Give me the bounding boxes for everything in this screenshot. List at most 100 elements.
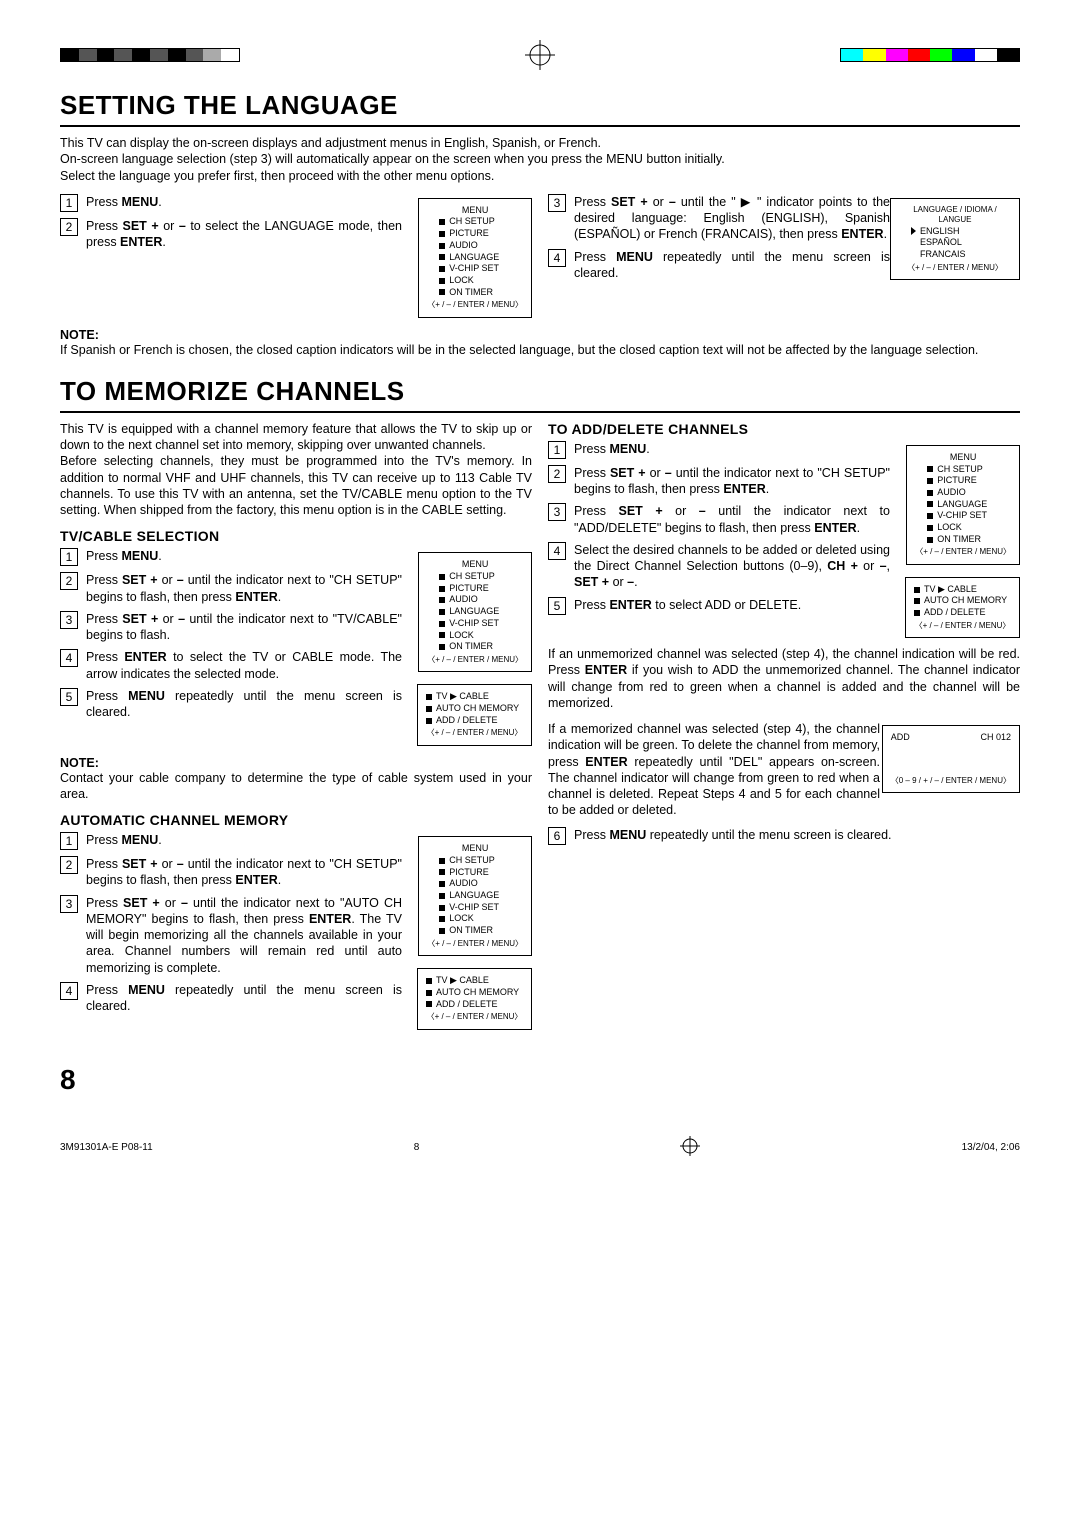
osd-item-label: V-CHIP SET (937, 510, 987, 522)
osd-item-label: V-CHIP SET (449, 263, 499, 275)
osd-hint: 〈+ / – / ENTER / MENU〉 (427, 939, 523, 949)
osd-item: ADD / DELETE (426, 999, 523, 1011)
osd-item-label: TV ▶ CABLE (436, 691, 489, 703)
osd-language-illustration: LANGUAGE / IDIOMA / LANGUE ENGLISHESPAÑO… (890, 198, 1020, 280)
mem-intro-1: This TV is equipped with a channel memor… (60, 421, 532, 454)
osd-item: CH SETUP (427, 855, 523, 867)
step-number: 1 (60, 194, 78, 212)
step: 4Press MENU repeatedly until the menu sc… (548, 249, 890, 282)
square-icon (439, 869, 445, 875)
square-icon (439, 231, 445, 237)
osd-item-label: PICTURE (449, 583, 489, 595)
add-para-1: If an unmemorized channel was selected (… (548, 646, 1020, 711)
osd-item-label: ON TIMER (449, 925, 493, 937)
step-number: 1 (60, 548, 78, 566)
osd-item-label: CH SETUP (449, 216, 495, 228)
square-icon (439, 632, 445, 638)
step-number: 1 (60, 832, 78, 850)
step-text: Press ENTER to select ADD or DELETE. (574, 597, 890, 615)
osd-menu-chsetup-illustration: MENU CH SETUPPICTUREAUDIOLANGUAGEV-CHIP … (418, 552, 532, 672)
footer-bar: 3M91301A-E P08-11 8 13/2/04, 2:06 (60, 1136, 1020, 1159)
osd-item-label: ADD / DELETE (924, 607, 986, 619)
osd-item: ON TIMER (427, 641, 523, 653)
step-number: 4 (60, 649, 78, 667)
step-text: Press MENU repeatedly until the menu scr… (86, 982, 402, 1015)
osd-item-label: LANGUAGE (449, 606, 499, 618)
step: 2Press SET + or – until the indicator ne… (60, 856, 402, 889)
step-text: Press ENTER to select the TV or CABLE mo… (86, 649, 402, 682)
osd-item: AUDIO (427, 878, 523, 890)
step-text: Press MENU. (86, 832, 402, 850)
step-text: Press MENU. (574, 441, 890, 459)
osd-item-label: ADD / DELETE (436, 999, 498, 1011)
square-icon (439, 928, 445, 934)
square-icon (914, 610, 920, 616)
osd-hint: 〈+ / – / ENTER / MENU〉 (427, 655, 523, 665)
osd-item: ESPAÑOL (911, 237, 1011, 249)
square-icon (439, 644, 445, 650)
osd-item-label: V-CHIP SET (449, 902, 499, 914)
osd-item-label: AUTO CH MEMORY (436, 703, 519, 715)
step-text: Press SET + or – until the indicator nex… (86, 611, 402, 644)
square-icon (927, 525, 933, 531)
step: 2Press SET + or – until the indicator ne… (548, 465, 890, 498)
step-number: 2 (548, 465, 566, 483)
step: 3Press SET + or – until the indicator ne… (60, 895, 402, 976)
osd-item: AUTO CH MEMORY (426, 987, 523, 999)
osd-item: AUTO CH MEMORY (914, 595, 1011, 607)
step: 4 Press MENU repeatedly until the menu sc… (60, 982, 402, 1015)
osd-menu-chsetup-illustration-3: MENU CH SETUPPICTUREAUDIOLANGUAGEV-CHIP … (906, 445, 1020, 565)
osd-add-ch-illustration: ADD CH 012 〈0 – 9 / + / – / ENTER / MENU… (882, 725, 1020, 793)
square-icon (439, 574, 445, 580)
osd-item-label: PICTURE (937, 475, 977, 487)
osd-add-hint: 〈0 – 9 / + / – / ENTER / MENU〉 (891, 776, 1011, 786)
osd-item-label: AUTO CH MEMORY (436, 987, 519, 999)
step: 5Press MENU repeatedly until the menu sc… (60, 688, 402, 721)
osd-item: LOCK (915, 522, 1011, 534)
step-text: Press MENU. (86, 194, 402, 212)
osd-item: AUDIO (427, 240, 523, 252)
step: 3Press SET + or – until the indicator ne… (548, 503, 890, 536)
osd-item-label: CH SETUP (449, 571, 495, 583)
lang-intro-2: On-screen language selection (step 3) wi… (60, 151, 1020, 167)
osd-item: ON TIMER (427, 925, 523, 937)
square-icon (439, 278, 445, 284)
osd-item-label: ON TIMER (937, 534, 981, 546)
step-text: Press SET + or – until the " ▶ " indicat… (574, 194, 890, 243)
osd-add-channel: CH 012 (980, 732, 1011, 744)
heading-setting-the-language: SETTING THE LANGUAGE (60, 90, 1020, 121)
osd-item: LOCK (427, 630, 523, 642)
osd-item: CH SETUP (427, 216, 523, 228)
step-number: 5 (548, 597, 566, 615)
osd-lang-title: LANGUAGE / IDIOMA / LANGUE (899, 205, 1011, 226)
square-icon (426, 978, 432, 984)
osd-item: LANGUAGE (427, 890, 523, 902)
osd-item-label: AUTO CH MEMORY (924, 595, 1007, 607)
osd-item: AUDIO (427, 594, 523, 606)
square-icon (927, 478, 933, 484)
step: 5 Press ENTER to select ADD or DELETE. (548, 597, 890, 615)
osd-item: V-CHIP SET (915, 510, 1011, 522)
osd-item: V-CHIP SET (427, 902, 523, 914)
step-text: Press MENU repeatedly until the menu scr… (574, 827, 1020, 845)
osd-item: TV ▶ CABLE (914, 584, 1011, 596)
registration-mark-icon (680, 1136, 700, 1159)
step: 4 Press ENTER to select the TV or CABLE m… (60, 649, 402, 682)
osd-item-label: LOCK (449, 913, 474, 925)
step-number: 4 (60, 982, 78, 1000)
osd-hint: 〈+ / – / ENTER / MENU〉 (426, 728, 523, 738)
osd-item: V-CHIP SET (427, 263, 523, 275)
square-icon (426, 706, 432, 712)
step-number: 2 (60, 218, 78, 236)
step-text: Press MENU repeatedly until the menu scr… (574, 249, 890, 282)
osd-hint: 〈+ / – / ENTER / MENU〉 (427, 300, 523, 310)
step-number: 5 (60, 688, 78, 706)
osd-item-label: TV ▶ CABLE (924, 584, 977, 596)
step-text: Select the desired channels to be added … (574, 542, 890, 591)
mem-intro-2: Before selecting channels, they must be … (60, 453, 532, 518)
note-label: NOTE: (60, 328, 1020, 342)
add-para-2: If a memorized channel was selected (ste… (548, 721, 880, 819)
osd-item-label: TV ▶ CABLE (436, 975, 489, 987)
osd-hint: 〈+ / – / ENTER / MENU〉 (914, 621, 1011, 631)
square-icon (439, 609, 445, 615)
